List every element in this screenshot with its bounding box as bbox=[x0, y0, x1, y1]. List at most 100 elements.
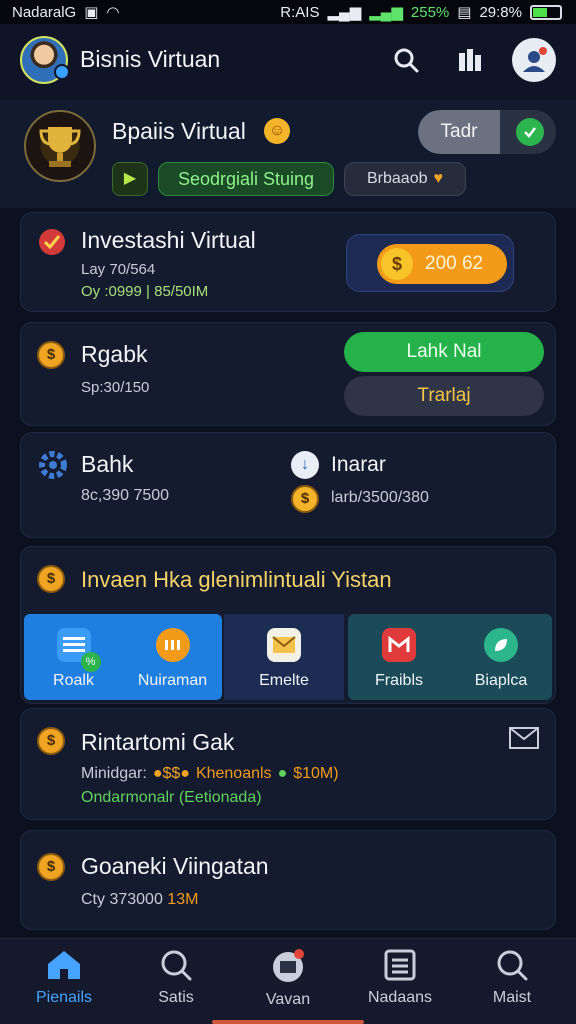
transfer-sub: larb/3500/380 bbox=[331, 489, 429, 506]
search-icon bbox=[161, 950, 192, 981]
nav-home[interactable]: Pienails bbox=[9, 949, 119, 1007]
nav-label: Vavan bbox=[265, 991, 311, 1008]
rintartomi-line1: Minidgar: ●$$● Khenoanls ● $10M) bbox=[81, 765, 339, 783]
nav-maist[interactable]: Maist bbox=[457, 949, 567, 1007]
tile-label: Fraibls bbox=[374, 672, 423, 689]
search-icon[interactable] bbox=[388, 42, 424, 78]
play-button[interactable]: ▶ bbox=[112, 162, 148, 196]
mail-icon[interactable] bbox=[509, 727, 539, 754]
tile-roalk[interactable]: % Roalk bbox=[24, 614, 123, 700]
tile-group-blue: % Roalk Nuiraman bbox=[24, 614, 222, 700]
rintartomi-title: Rintartomi Gak bbox=[81, 729, 235, 755]
carrier-label: NadaralG bbox=[12, 3, 77, 21]
balance-button[interactable]: 200 62 $ bbox=[346, 234, 514, 292]
invest-list-title: Invaen Hka glenimlintuali Yistan bbox=[81, 567, 392, 592]
nav-nadaans[interactable]: Nadaans bbox=[345, 949, 455, 1007]
nav-label: Nadaans bbox=[367, 989, 433, 1006]
coin-icon-2: $ bbox=[291, 485, 319, 513]
network-label: R:AIS bbox=[280, 3, 320, 21]
magnifier-icon bbox=[497, 950, 528, 981]
investasi-line2: Oy :0999 | 85/50IM bbox=[81, 283, 209, 300]
level-pill[interactable]: Seodrgiali Stuing bbox=[158, 162, 334, 196]
investasi-title: Investashi Virtual bbox=[81, 227, 256, 253]
secondary-action-button[interactable]: Trarlaj bbox=[344, 376, 544, 416]
bank-card[interactable]: Bahk 8c,390 7500 ↓ Inarar $ larb/3500/38… bbox=[20, 432, 556, 538]
mail-icon bbox=[267, 628, 301, 662]
tile-label: Roalk bbox=[53, 672, 94, 689]
goaneki-card[interactable]: $ Goaneki Viingatan Cty 373000 13M bbox=[20, 830, 556, 930]
profile-name: Bpaiis Virtual bbox=[112, 118, 246, 144]
gmail-icon bbox=[382, 628, 416, 662]
badge-label: Brbaaob bbox=[367, 170, 428, 187]
battery-icon bbox=[530, 4, 562, 20]
badge-pill[interactable]: Brbaaob ♥ bbox=[344, 162, 466, 196]
investasi-line1: Lay 70/564 bbox=[81, 261, 156, 278]
coin-icon: $ bbox=[37, 341, 65, 369]
rintartomi-card[interactable]: $ Rintartomi Gak Minidgar: ●$$● Khenoanl… bbox=[20, 708, 556, 820]
list-icon: % bbox=[56, 628, 101, 672]
coin-icon: $ bbox=[37, 727, 65, 755]
nav-search[interactable]: Satis bbox=[121, 949, 231, 1007]
primary-action-button[interactable]: Lahk Nal bbox=[344, 332, 544, 372]
app-title: Bisnis Virtuan bbox=[80, 46, 221, 72]
bar-chart-icon[interactable] bbox=[452, 42, 488, 78]
badge-icon: % bbox=[80, 652, 101, 672]
trophy-icon bbox=[24, 110, 96, 182]
rgabk-title: Rgabk bbox=[81, 341, 148, 367]
alarm-icon: ▤ bbox=[457, 4, 472, 21]
signal-icon-2: ▂▄▆ bbox=[369, 4, 403, 21]
app-header: Bisnis Virtuan bbox=[0, 24, 576, 100]
rintartomi-line2: Ondarmonalr (Eetionada) bbox=[81, 789, 262, 806]
check-icon bbox=[516, 118, 544, 146]
tile-group-navy: Emelte bbox=[224, 614, 344, 700]
gear-icon bbox=[37, 449, 69, 486]
tile-label: Emelte bbox=[259, 672, 309, 689]
leaf-icon bbox=[484, 628, 518, 662]
verified-icon bbox=[37, 227, 67, 262]
list-icon bbox=[384, 949, 416, 981]
goaneki-sub: Cty 373000 13M bbox=[81, 891, 198, 909]
heart-icon: ♥ bbox=[433, 170, 444, 187]
nav-indicator bbox=[212, 1020, 364, 1024]
plus-coin-icon: ● bbox=[277, 765, 288, 782]
nav-label: Maist bbox=[492, 989, 532, 1006]
store-icon bbox=[273, 949, 304, 982]
tile-nuiraman[interactable]: Nuiraman bbox=[123, 614, 222, 700]
tile-fraibls[interactable]: Fraibls bbox=[348, 614, 450, 700]
trade-toggle[interactable]: Tadr bbox=[418, 110, 556, 154]
coin-icon: $ bbox=[37, 853, 65, 881]
smiley-icon: ☺ bbox=[264, 118, 290, 144]
bank-sub: 8c,390 7500 bbox=[81, 487, 170, 504]
tile-label: Nuiraman bbox=[137, 672, 208, 689]
online-dot-icon bbox=[54, 64, 70, 80]
nav-label: Satis bbox=[158, 989, 194, 1006]
coin-icon: $ bbox=[37, 565, 65, 593]
tile-emelte[interactable]: Emelte bbox=[224, 614, 344, 700]
rintartomi-line1-label: Minidgar: bbox=[81, 765, 147, 782]
bottom-nav: Pienails Satis Vavan Nadaans Maist bbox=[0, 938, 576, 1024]
bank-title: Bahk bbox=[81, 451, 134, 477]
home-icon bbox=[48, 951, 80, 979]
signal-icon: ▂▄▆ bbox=[327, 4, 362, 21]
arrow-down-icon: ↓ bbox=[291, 451, 319, 479]
tile-biaplca[interactable]: Biaplca bbox=[450, 614, 552, 700]
nav-vavan[interactable]: Vavan bbox=[233, 949, 343, 1009]
profile-menu-icon[interactable] bbox=[512, 38, 556, 82]
nav-label: Pienails bbox=[35, 989, 93, 1006]
tile-label: Biaplca bbox=[474, 672, 528, 689]
gallery-icon: ▣ bbox=[84, 4, 99, 21]
status-bar: NadaralG ▣ ◠ R:AIS ▂▄▆ ▂▄▆ 255% ▤ 29:8% bbox=[0, 0, 576, 24]
battery-percent: 255% bbox=[410, 3, 450, 21]
goaneki-title: Goaneki Viingatan bbox=[81, 853, 269, 879]
clock-time: 29:8% bbox=[479, 3, 522, 21]
goaneki-sub-a: Cty 373000 bbox=[81, 891, 163, 908]
toggle-label: Tadr bbox=[418, 110, 500, 154]
coins-icon bbox=[155, 628, 190, 662]
goaneki-sub-b: 13M bbox=[167, 891, 199, 908]
tile-group-teal: Fraibls Biaplca bbox=[348, 614, 552, 700]
coin-icon: $ bbox=[381, 248, 413, 280]
rintartomi-line1-amount: $10M) bbox=[293, 765, 339, 782]
rgabk-sub: Sp:30/150 bbox=[81, 379, 150, 396]
user-avatar[interactable] bbox=[20, 36, 70, 84]
transfer-title: Inarar bbox=[331, 453, 386, 476]
